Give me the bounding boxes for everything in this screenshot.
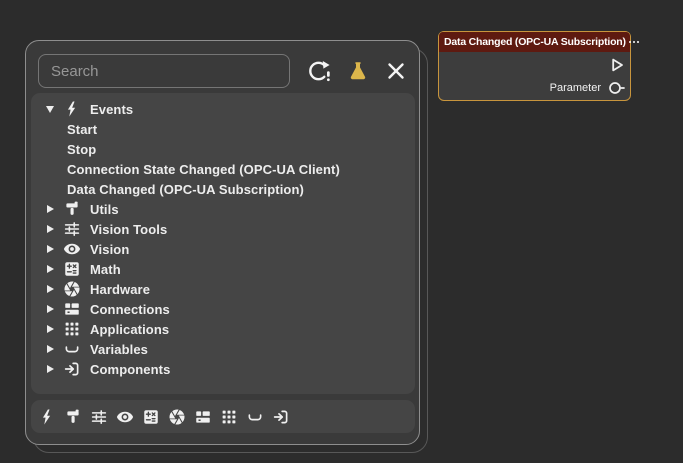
tree-category-row[interactable]: Applications <box>31 319 415 339</box>
chevron-right-icon[interactable] <box>43 225 57 233</box>
tree-category-label: Math <box>90 262 121 277</box>
node-title-bar[interactable]: Data Changed (OPC-UA Subscription) <box>439 32 630 52</box>
category-filter-sliders-icon[interactable] <box>90 408 108 426</box>
calculator-icon <box>63 260 81 278</box>
node-title: Data Changed (OPC-UA Subscription) <box>444 36 626 48</box>
shutter-icon <box>63 280 81 298</box>
tree-category-row[interactable]: Vision <box>31 239 415 259</box>
parameter-output-row: Parameter <box>550 81 626 95</box>
tree-category-label: Vision <box>90 242 129 257</box>
tree-category-row[interactable]: Vision Tools <box>31 219 415 239</box>
flow-output-port[interactable] <box>609 57 625 73</box>
close-icon <box>384 59 408 83</box>
server-icon <box>63 300 81 318</box>
tree-leaf-row[interactable]: Stop <box>31 139 415 159</box>
hammer-icon <box>64 408 82 426</box>
category-filter-import-icon[interactable] <box>272 408 290 426</box>
chevron-right-icon[interactable] <box>43 205 57 213</box>
node-body: Parameter <box>439 52 630 100</box>
chevron-right-icon[interactable] <box>43 285 57 293</box>
tree-category-row[interactable]: Events <box>31 99 415 119</box>
category-filter-calculator-icon[interactable] <box>142 408 160 426</box>
tree-category-label: Utils <box>90 202 119 217</box>
tree-category-row[interactable]: Variables <box>31 339 415 359</box>
category-filter-grid-icon[interactable] <box>220 408 238 426</box>
search-input[interactable] <box>38 54 290 88</box>
category-filter-server-icon[interactable] <box>194 408 212 426</box>
tree-leaf-label: Connection State Changed (OPC-UA Client) <box>67 162 340 177</box>
tree-category-row[interactable]: Utils <box>31 199 415 219</box>
category-filter-lightning-icon[interactable] <box>38 408 56 426</box>
tree-leaf-label: Start <box>67 122 97 137</box>
chevron-right-icon[interactable] <box>43 305 57 313</box>
ellipsis-icon[interactable] <box>629 41 640 44</box>
calculator-icon <box>142 408 160 426</box>
import-icon <box>272 408 290 426</box>
lightning-icon <box>63 100 81 118</box>
grid-icon <box>63 320 81 338</box>
sliders-icon <box>63 220 81 238</box>
eye-icon <box>63 240 81 258</box>
tree-category-label: Connections <box>90 302 170 317</box>
eye-icon <box>116 408 134 426</box>
tree-category-row[interactable]: Connections <box>31 299 415 319</box>
category-filter-eye-icon[interactable] <box>116 408 134 426</box>
bracket-icon <box>246 408 264 426</box>
tree-category-row[interactable]: Hardware <box>31 279 415 299</box>
node-tree: Events Start Stop Connection State Changed … <box>31 93 415 394</box>
chevron-right-icon[interactable] <box>43 345 57 353</box>
tree-leaf-label: Data Changed (OPC-UA Subscription) <box>67 182 304 197</box>
graph-node-data-changed[interactable]: Data Changed (OPC-UA Subscription) Param… <box>438 31 631 101</box>
category-filter-hammer-icon[interactable] <box>64 408 82 426</box>
category-filter-bracket-icon[interactable] <box>246 408 264 426</box>
parameter-output-label: Parameter <box>550 82 601 94</box>
lightning-icon <box>38 408 56 426</box>
filter-flask-button[interactable] <box>343 56 373 86</box>
import-icon <box>63 360 81 378</box>
tree-leaf-row[interactable]: Start <box>31 119 415 139</box>
chevron-right-icon[interactable] <box>43 265 57 273</box>
flask-icon <box>346 59 370 83</box>
tree-leaf-label: Stop <box>67 142 96 157</box>
tree-category-row[interactable]: Components <box>31 359 415 379</box>
shutter-icon <box>168 408 186 426</box>
refresh-alert-button[interactable] <box>305 56 335 86</box>
refresh-alert-icon <box>308 59 332 83</box>
search-row <box>34 51 411 91</box>
chevron-down-icon[interactable] <box>43 106 57 113</box>
tree-category-label: Variables <box>90 342 148 357</box>
hammer-icon <box>63 200 81 218</box>
category-filter-shutter-icon[interactable] <box>168 408 186 426</box>
node-library-panel: Events Start Stop Connection State Changed … <box>25 40 420 445</box>
parameter-output-port[interactable] <box>608 81 626 95</box>
chevron-right-icon[interactable] <box>43 365 57 373</box>
tree-category-label: Vision Tools <box>90 222 167 237</box>
tree-leaf-row[interactable]: Connection State Changed (OPC-UA Client) <box>31 159 415 179</box>
server-icon <box>194 408 212 426</box>
sliders-icon <box>90 408 108 426</box>
close-panel-button[interactable] <box>381 56 411 86</box>
tree-category-row[interactable]: Math <box>31 259 415 279</box>
tree-category-label: Hardware <box>90 282 150 297</box>
tree-category-label: Events <box>90 102 133 117</box>
tree-category-label: Components <box>90 362 170 377</box>
bracket-icon <box>63 340 81 358</box>
chevron-right-icon[interactable] <box>43 325 57 333</box>
tree-leaf-row[interactable]: Data Changed (OPC-UA Subscription) <box>31 179 415 199</box>
grid-icon <box>220 408 238 426</box>
node-editor-canvas[interactable]: Events Start Stop Connection State Changed … <box>0 0 683 463</box>
chevron-right-icon[interactable] <box>43 245 57 253</box>
tree-category-label: Applications <box>90 322 169 337</box>
category-filter-bar <box>31 400 415 433</box>
